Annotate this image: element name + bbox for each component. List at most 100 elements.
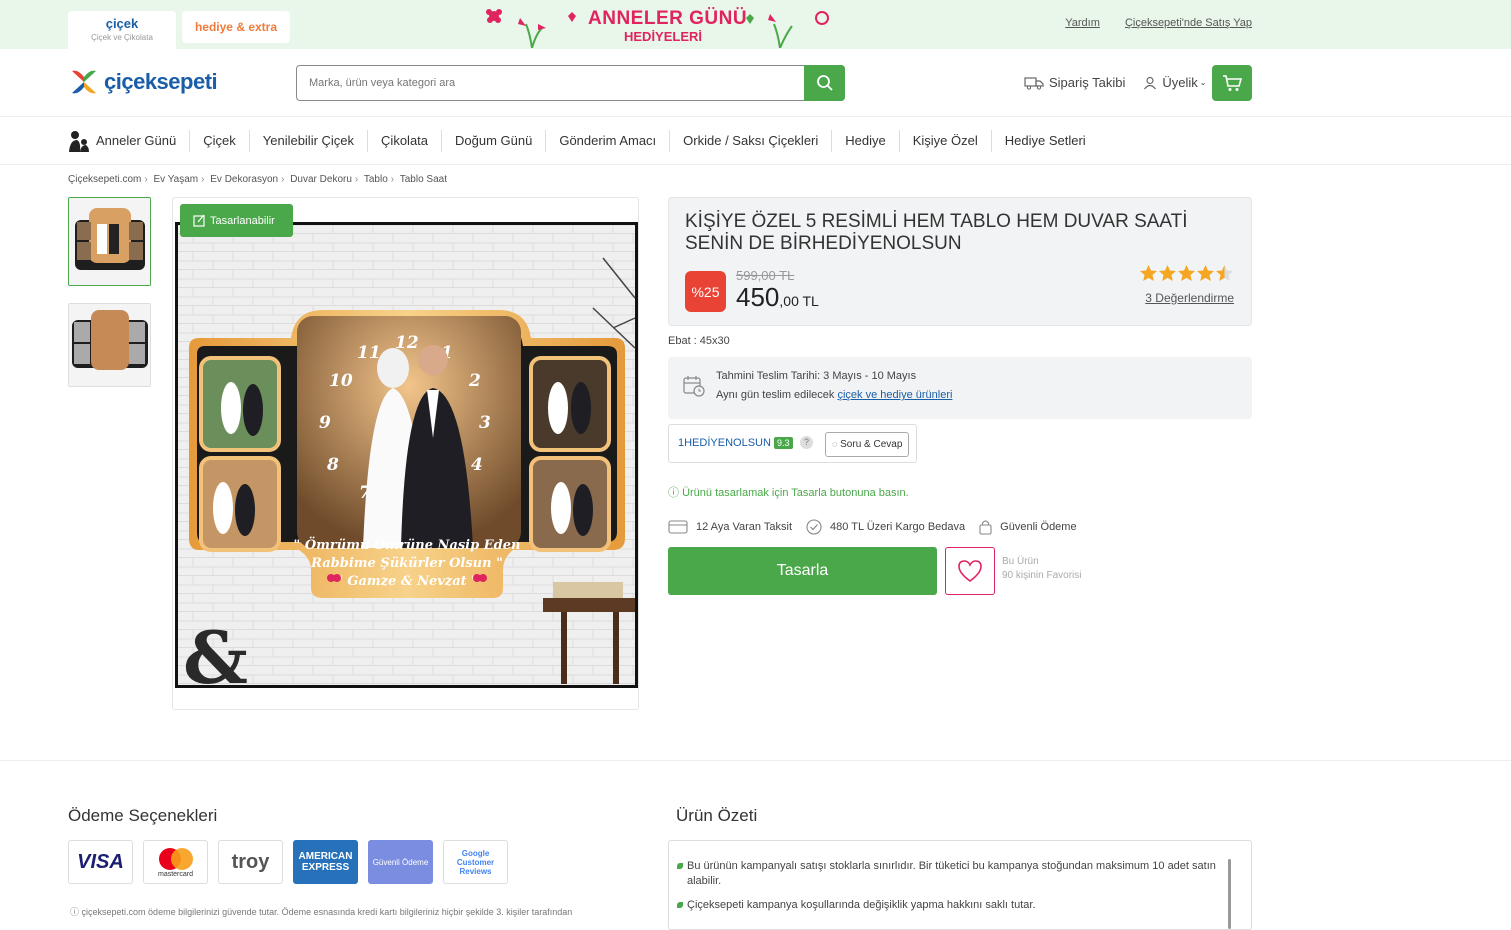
category-nav: Anneler Günü Çiçek Yenilebilir Çiçek Çik… [0, 117, 1511, 165]
feature-secure-payment: Güvenli Ödeme [979, 519, 1077, 535]
feature-free-shipping: 480 TL Üzeri Kargo Bedava [806, 519, 965, 535]
nav-item-cicek[interactable]: Çiçek [190, 130, 250, 152]
search-button[interactable] [804, 65, 845, 101]
thumbnail-1[interactable] [68, 197, 151, 286]
product-main-image[interactable]: 121110 987 654 321 " Ömrümü Ömrüne Nasip… [172, 197, 639, 710]
design-hint: ⓘ Ürünü tasarlamak için Tasarla butonuna… [668, 484, 909, 500]
reviews-link[interactable]: 3 Değerlendirme [1145, 291, 1234, 305]
amex-logo: AMERICAN EXPRESS [293, 840, 358, 884]
nav-item-hediye[interactable]: Hediye [832, 130, 900, 152]
svg-text:3: 3 [479, 413, 491, 433]
qa-button[interactable]: ◌ Soru & Cevap [825, 432, 910, 457]
tab-cicek[interactable]: çiçek Çiçek ve Çikolata [68, 11, 176, 49]
cart-button[interactable] [1212, 65, 1252, 101]
section-divider [0, 760, 1511, 761]
nav-item-cikolata[interactable]: Çikolata [368, 130, 443, 152]
delivery-info: Tahmini Teslim Tarihi: 3 Mayıs - 10 Mayı… [668, 357, 1252, 419]
site-header: çiçeksepeti Sipariş Takibi Üyelik [0, 49, 1511, 117]
same-day-products-link[interactable]: çiçek ve hediye ürünleri [837, 389, 952, 401]
nav-item-kisiye-ozel[interactable]: Kişiye Özel [900, 130, 992, 152]
summary-bullet: Bu ürünün kampanyalı satışı stoklarla sı… [677, 859, 1227, 889]
nav-item-yenilebilir-cicek[interactable]: Yenilebilir Çiçek [250, 130, 369, 152]
breadcrumb-item[interactable]: Duvar Dekoru [290, 174, 352, 185]
chevron-down-icon: ⌄ [1199, 78, 1207, 87]
favorite-line2: 90 kişinin Favorisi [1002, 570, 1082, 581]
price-main: 450 [736, 282, 780, 312]
image-quote-line2: Rabbime Şükürler Olsun " [310, 556, 503, 571]
feature-label: 12 Aya Varan Taksit [696, 521, 793, 533]
lock-icon [979, 520, 992, 535]
troy-logo: troy [218, 840, 283, 884]
site-logo[interactable]: çiçeksepeti [68, 67, 218, 97]
truck-icon [1024, 76, 1044, 90]
payment-cards: VISA mastercard troy AMERICAN EXPRESS Gü… [68, 840, 518, 884]
search-bar [296, 65, 845, 101]
current-price: 450,00 TL [736, 282, 819, 313]
design-hint-text: Ürünü tasarlamak için Tasarla butonuna b… [682, 487, 909, 499]
same-day-note: Aynı gün teslim edilecek çiçek ve hediye… [716, 389, 952, 401]
svg-text:&: & [183, 615, 248, 700]
breadcrumb-item[interactable]: Ev Yaşam [153, 174, 198, 185]
cart-icon [1223, 75, 1242, 91]
tab-hediye-extra[interactable]: hediye & extra [182, 11, 290, 43]
mothers-day-banner[interactable]: ANNELER GÜNÜ HEDİYELERİ [480, 4, 840, 48]
mother-child-icon [69, 131, 89, 152]
product-title: KİŞİYE ÖZEL 5 RESİMLİ HEM TABLO HEM DUVA… [685, 211, 1188, 254]
nav-item-hediye-setleri[interactable]: Hediye Setleri [992, 130, 1099, 152]
breadcrumb-item[interactable]: Çiçeksepeti.com [68, 174, 141, 185]
seller-name[interactable]: 1HEDİYENOLSUN [678, 437, 771, 449]
thumbnail-2[interactable] [68, 303, 151, 387]
order-tracking-label: Sipariş Takibi [1049, 75, 1126, 90]
membership-menu[interactable]: Üyelik ⌄ [1143, 75, 1206, 90]
nav-item-anneler-gunu[interactable]: Anneler Günü [68, 130, 191, 152]
customizable-label: Tasarlanabilir [210, 214, 275, 227]
svg-text:9: 9 [319, 413, 331, 433]
star-icon [1158, 264, 1177, 282]
order-tracking-link[interactable]: Sipariş Takibi [1024, 75, 1125, 90]
svg-text:10: 10 [329, 371, 353, 391]
old-price: 599,00 TL [736, 268, 795, 283]
product-thumbnail-image [69, 304, 150, 386]
star-icon [1177, 264, 1196, 282]
estimated-delivery: Tahmini Teslim Tarihi: 3 Mayıs - 10 Mayı… [716, 370, 917, 382]
top-links: Yardım Çiçeksepeti'nde Satış Yap [1043, 17, 1252, 29]
membership-label: Üyelik [1162, 75, 1198, 90]
image-quote-line3: " Gamze & Nevzat " [336, 574, 478, 589]
check-circle-icon [806, 519, 822, 535]
price-cents: ,00 TL [779, 293, 819, 309]
svg-text:11: 11 [357, 343, 381, 363]
visa-logo: VISA [68, 840, 133, 884]
svg-text:2: 2 [468, 371, 481, 391]
help-icon[interactable]: ? [800, 436, 813, 449]
star-icon [1196, 264, 1215, 282]
product-info-box: KİŞİYE ÖZEL 5 RESİMLİ HEM TABLO HEM DUVA… [668, 197, 1252, 326]
search-input[interactable] [297, 66, 797, 100]
help-link[interactable]: Yardım [1065, 17, 1100, 29]
edit-icon [193, 214, 205, 227]
tab-cicek-title: çiçek [105, 16, 139, 31]
nav-item-gonderim-amaci[interactable]: Gönderim Amacı [546, 130, 671, 152]
sell-on-site-link[interactable]: Çiçeksepeti'nde Satış Yap [1125, 17, 1252, 29]
favorite-line1: Bu Ürün [1002, 556, 1039, 567]
breadcrumb-item[interactable]: Ev Dekorasyon [210, 174, 278, 185]
features-row: 12 Aya Varan Taksit 480 TL Üzeri Kargo B… [668, 519, 1091, 535]
image-quote-line1: " Ömrümü Ömrüne Nasip Eden [294, 536, 521, 553]
svg-text:8: 8 [326, 455, 339, 475]
seller-box: 1HEDİYENOLSUN 9.3 ? ◌ Soru & Cevap [668, 424, 917, 463]
product-summary-title: Ürün Özeti [676, 806, 758, 825]
half-star-icon [1215, 264, 1234, 282]
favorite-button[interactable] [945, 547, 995, 595]
chat-icon: ◌ [832, 439, 838, 449]
nav-item-dogum-gunu[interactable]: Doğum Günü [442, 130, 547, 152]
breadcrumb-item[interactable]: Tablo Saat [400, 174, 447, 185]
favorite-count: Bu Ürün 90 kişinin Favorisi [1002, 555, 1081, 583]
design-button[interactable]: Tasarla [668, 547, 937, 595]
feature-installments: 12 Aya Varan Taksit [668, 519, 792, 535]
calendar-icon [683, 376, 705, 397]
summary-scrollbar[interactable] [1228, 859, 1231, 929]
breadcrumb-item[interactable]: Tablo [364, 174, 388, 185]
header-actions: Sipariş Takibi Üyelik ⌄ [1024, 75, 1224, 90]
nav-item-orkide[interactable]: Orkide / Saksı Çiçekleri [670, 130, 833, 152]
seller-score: 9.3 [774, 437, 793, 449]
star-icon [1139, 264, 1158, 282]
